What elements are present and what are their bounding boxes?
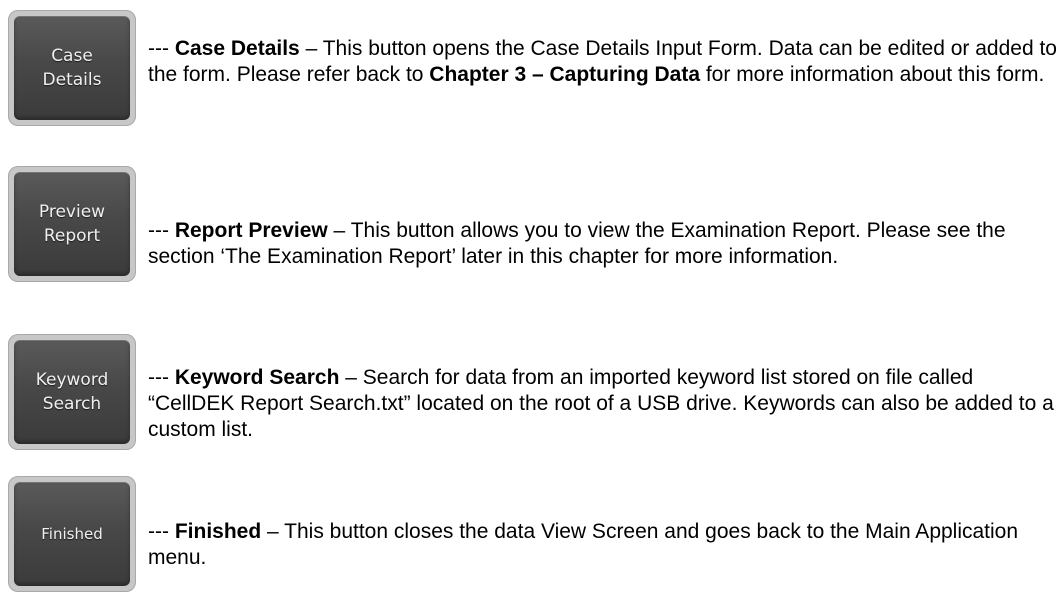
case-details-button[interactable]: Case Details bbox=[8, 10, 136, 126]
preview-report-button-label: Preview Report bbox=[38, 202, 106, 246]
keyword-search-button[interactable]: Keyword Search bbox=[8, 334, 136, 450]
preview-report-button[interactable]: Preview Report bbox=[8, 166, 136, 282]
keyword-search-title: Keyword Search bbox=[174, 366, 340, 389]
case-details-title: Case Details bbox=[174, 37, 300, 60]
report-preview-title: Report Preview bbox=[174, 219, 328, 242]
chapter-reference: Chapter 3 – Capturing Data bbox=[429, 63, 701, 86]
case-details-description: --- Case Details – This button opens the… bbox=[148, 37, 1057, 86]
finished-title: Finished bbox=[174, 520, 262, 543]
finished-description: --- Finished – This button closes the da… bbox=[148, 520, 1019, 569]
finished-button-label: Finished bbox=[41, 525, 103, 543]
keyword-search-button-label: Keyword Search bbox=[35, 370, 109, 414]
report-preview-description: --- Report Preview – This button allows … bbox=[148, 219, 1006, 268]
case-details-button-label: Case Details bbox=[42, 46, 102, 90]
finished-button[interactable]: Finished bbox=[8, 476, 136, 592]
keyword-search-description: --- Keyword Search – Search for data fro… bbox=[148, 366, 1054, 441]
